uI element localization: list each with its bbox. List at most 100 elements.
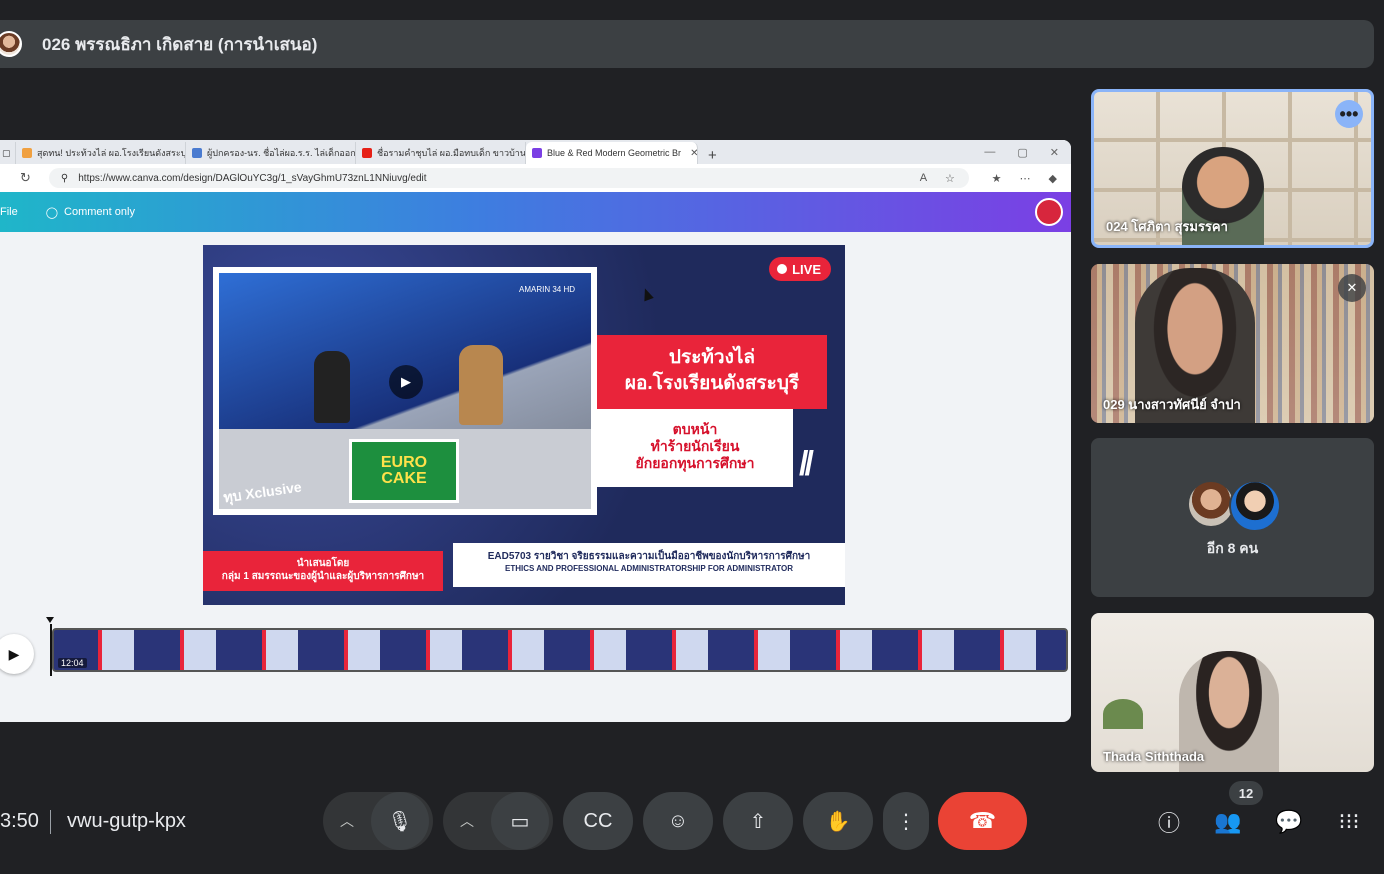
activities-grid-icon[interactable]: ⁝⁝⁝ <box>1333 806 1365 838</box>
embedded-video[interactable]: EURO CAKE ทุบ Xclusive AMARIN 34 HD ▶ <box>219 273 591 509</box>
video-play-icon[interactable]: ▶ <box>389 365 423 399</box>
live-label: LIVE <box>792 261 821 277</box>
people-icon[interactable]: 👥 <box>1212 806 1244 838</box>
favorite-star-icon[interactable]: ☆ <box>945 172 955 185</box>
window-controls: — ▢ ✕ <box>984 146 1071 159</box>
participant-name: 024 โศภิตา สุรมรรคา <box>1106 219 1228 234</box>
browser-tab[interactable]: สุดทน! ประท้วงไล่ ผอ.โรงเรียนดังสระบุรี … <box>16 142 186 164</box>
chat-icon[interactable]: 💬 <box>1273 806 1305 838</box>
more-options-icon[interactable]: ••• <box>1335 100 1363 128</box>
browser-tab-active[interactable]: Blue & Red Modern Geometric Br ✕ <box>526 142 698 164</box>
video-timeline[interactable]: 12:04 <box>52 628 1068 672</box>
video-frame: EURO CAKE ทุบ Xclusive AMARIN 34 HD ▶ <box>213 267 597 515</box>
others-tile[interactable]: อีก 8 คน <box>1091 438 1374 597</box>
close-window-icon[interactable]: ✕ <box>1050 146 1059 159</box>
presented-by-box: นำเสนอโดย กลุ่ม 1 สมรรถนะของผู้นำและผู้บ… <box>203 551 443 591</box>
subheadline-line3: ยักยอกทุนการศึกษา <box>635 455 755 471</box>
address-bar[interactable]: ⚲ https://www.canva.com/design/DAGlOuYC3… <box>48 168 969 188</box>
address-bar-row: ↻ ⚲ https://www.canva.com/design/DAGlOuY… <box>0 164 1071 192</box>
timeline-playhead[interactable] <box>50 624 52 676</box>
subheadline-box: ตบหน้า ทำร้ายนักเรียน ยักยอกทุนการศึกษา <box>597 409 793 487</box>
microphone-button[interactable]: 🎙 <box>371 792 429 850</box>
live-dot-icon <box>777 264 788 274</box>
mic-off-icon: ✕ <box>1338 274 1366 302</box>
live-badge: LIVE <box>769 257 831 281</box>
presented-by-label: นำเสนอโดย <box>296 558 350 569</box>
site-info-icon[interactable]: ⚲ <box>61 173 68 184</box>
captions-button[interactable]: CC <box>563 792 633 850</box>
reload-icon[interactable]: ↻ <box>20 170 31 186</box>
emoji-reactions-button[interactable]: ☺ <box>643 792 713 850</box>
channel-logo: AMARIN 34 HD <box>518 285 575 294</box>
favorites-icon[interactable]: ★ <box>992 172 1002 185</box>
participant-tile[interactable]: ✕ 029 นางสาวทัศนีย์ จำปา <box>1091 264 1374 423</box>
play-button[interactable]: ▶ <box>0 634 34 674</box>
user-avatar[interactable] <box>1035 198 1063 226</box>
youtube-favicon-icon <box>362 148 372 158</box>
participant-name: 029 นางสาวทัศนีย์ จำปา <box>1103 397 1241 412</box>
tab-actions-icon[interactable]: ▢ <box>0 142 16 164</box>
present-group: ⇧ <box>723 792 793 850</box>
divider <box>50 810 51 834</box>
file-menu[interactable]: File <box>0 206 18 218</box>
address-actions: A ☆ <box>920 172 969 185</box>
tab-label: Blue & Red Modern Geometric Br <box>547 148 682 158</box>
participant-tile[interactable]: Thada Siththada <box>1091 613 1374 772</box>
group-name: กลุ่ม 1 สมรรถนะของผู้นำและผู้บริหารการศึ… <box>221 571 425 582</box>
comment-only-label: Comment only <box>64 206 135 218</box>
copilot-icon[interactable]: ◆ <box>1049 172 1057 185</box>
tab-label: สุดทน! ประท้วงไล่ ผอ.โรงเรียนดังสระบุรี <box>37 148 186 158</box>
news-anchor-left <box>314 351 350 423</box>
more-options-button[interactable]: ⋮ <box>883 792 929 850</box>
read-aloud-icon[interactable]: A <box>920 172 927 185</box>
avatar <box>1187 480 1235 528</box>
slide-canvas[interactable]: EURO CAKE ทุบ Xclusive AMARIN 34 HD ▶ LI… <box>203 245 845 605</box>
clock: 3:50 <box>0 810 39 832</box>
shared-screen: ▢ สุดทน! ประท้วงไล่ ผอ.โรงเรียนดังสระบุร… <box>0 140 1071 722</box>
raise-hand-group: ✋ <box>803 792 873 850</box>
course-box: EAD5703 รายวิชา จริยธรรมและความเป็นมืออา… <box>453 543 845 587</box>
desk-brand-line2: CAKE <box>381 470 427 487</box>
new-tab-icon[interactable]: + <box>698 147 727 164</box>
captions-group: CC <box>563 792 633 850</box>
tab-label: ผู้ปกครอง-นร. ชื่อไล่ผอ.ร.ร. ไล่เด็กออกไ… <box>207 148 356 158</box>
maximize-icon[interactable]: ▢ <box>1017 146 1027 159</box>
avatar <box>1229 480 1281 532</box>
comment-only-button[interactable]: ◯ Comment only <box>46 206 135 219</box>
comment-icon: ◯ <box>45 206 59 219</box>
headline-line1: ประท้วงไล่ <box>668 347 756 368</box>
presenter-avatar <box>0 31 22 57</box>
timeline-duration: 12:04 <box>58 658 87 668</box>
desk-brand-line1: EURO <box>380 454 428 471</box>
favicon-icon <box>192 148 202 158</box>
end-call-button[interactable]: ☎ <box>938 792 1027 850</box>
canva-toolbar: File ◯ Comment only <box>0 192 1071 232</box>
news-anchor-right <box>459 345 503 425</box>
more-options-group: ⋮ <box>883 792 929 850</box>
browser-tab[interactable]: ชื่อรามคำชุบไล่ ผอ.มือทบเด็ก ขาวบ้านล ✕ <box>356 142 526 164</box>
presenter-title: 026 พรรณธิภา เกิดสาย (การนำเสนอ) <box>42 34 318 54</box>
mic-options-chevron-icon[interactable]: ︿ <box>323 811 371 831</box>
timeline-marker-icon <box>46 617 54 623</box>
background-plant <box>1103 699 1143 729</box>
more-menu-icon[interactable]: ⋯ <box>1020 172 1031 185</box>
browser-tab[interactable]: ผู้ปกครอง-นร. ชื่อไล่ผอ.ร.ร. ไล่เด็กออกไ… <box>186 142 356 164</box>
headline-line2: ผอ.โรงเรียนดังสระบุรี <box>624 373 800 394</box>
raise-hand-button[interactable]: ✋ <box>803 792 873 850</box>
camera-options-chevron-icon[interactable]: ︿ <box>443 811 491 831</box>
close-tab-icon[interactable]: ✕ <box>690 148 697 159</box>
minimize-icon[interactable]: — <box>984 146 995 159</box>
participant-name: Thada Siththada <box>1103 749 1205 764</box>
subheadline-line2: ทำร้ายนักเรียน <box>650 438 740 454</box>
course-title-en: ETHICS AND PROFESSIONAL ADMINISTRATORSHI… <box>504 564 793 573</box>
url-text: https://www.canva.com/design/DAGlOuYC3g/… <box>78 172 427 184</box>
present-screen-button[interactable]: ⇧ <box>723 792 793 850</box>
browser-tab-bar: ▢ สุดทน! ประท้วงไล่ ผอ.โรงเรียนดังสระบุร… <box>0 140 1071 164</box>
camera-control-group: ︿ ▭ <box>443 792 553 850</box>
canva-favicon-icon <box>532 148 542 158</box>
presenter-bar: 026 พรรณธิภา เกิดสาย (การนำเสนอ) <box>0 20 1374 68</box>
people-count-badge: 12 <box>1229 781 1263 805</box>
camera-button[interactable]: ▭ <box>491 792 549 850</box>
meeting-info-icon[interactable]: ⓘ <box>1153 806 1185 838</box>
participant-tile[interactable]: ••• 024 โศภิตา สุรมรรคา <box>1091 89 1374 248</box>
